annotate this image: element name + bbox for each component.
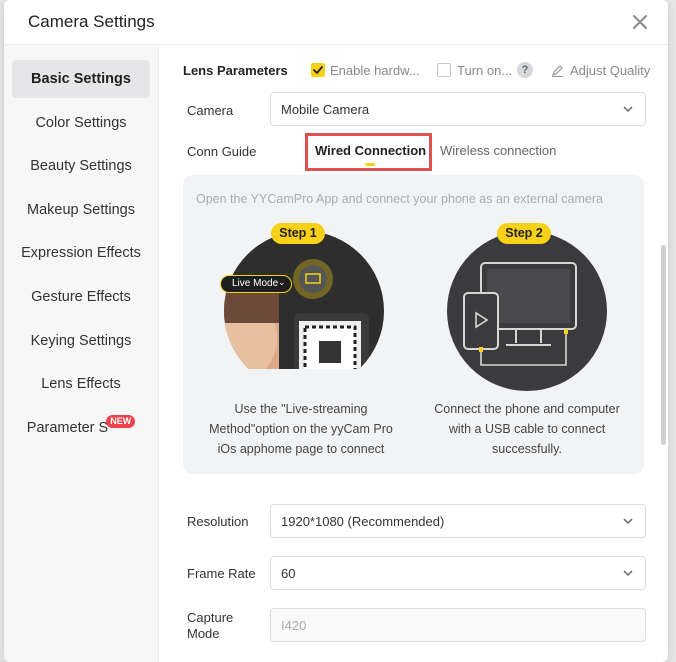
connection-guide-panel: Open the YYCamPro App and connect your p… [183,175,644,474]
camera-settings-dialog: Camera Settings Basic Settings Color Set… [4,0,668,662]
sidebar-item-beauty-settings[interactable]: Beauty Settings [12,147,150,185]
step2-caption-line: Connect the phone and computer [434,402,620,416]
live-mode-label: Live Mode [232,278,279,289]
capture-mode-label: Capture Mode [187,610,233,642]
capture-mode-label-line: Capture [187,610,234,625]
sidebar-item-keying-settings[interactable]: Keying Settings [12,322,150,360]
step2-illustration [447,233,607,391]
new-badge: NEW [106,415,136,428]
step1-caption: Use the "Live-streaming Method"option on… [191,399,411,459]
step2-caption-line: with a USB cable to connect [448,422,606,436]
chevron-down-icon: ⌄ [278,277,286,287]
step2-badge: Step 2 [497,223,551,244]
dialog-title: Camera Settings [28,12,155,31]
edit-quality-icon[interactable] [551,64,564,77]
tab-wired-connection[interactable]: Wired Connection [315,143,426,158]
help-icon[interactable]: ? [517,62,533,78]
resolution-label: Resolution [187,514,249,529]
chevron-down-icon [623,570,633,577]
title-bar: Camera Settings [4,0,668,45]
chevron-down-icon [623,106,633,113]
sidebar-item-label: Parameter S [26,420,109,436]
camera-select[interactable]: Mobile Camera [270,92,646,126]
frame-rate-select[interactable]: 60 [270,556,646,590]
adjust-quality-link[interactable]: Adjust Quality [570,63,650,78]
conn-guide-label: Conn Guide [187,144,257,159]
tab-wireless-connection[interactable]: Wireless connection [440,143,556,158]
close-icon[interactable] [630,12,650,32]
step2-caption: Connect the phone and computer with a US… [417,399,637,459]
sidebar-item-gesture-effects[interactable]: Gesture Effects [12,278,150,316]
step1-caption-line: iOs apphome page to connect [217,442,385,456]
step1-caption-line: Method"option on the yyCam Pro [209,422,393,436]
scrollbar[interactable] [661,245,666,445]
enable-hardware-checkbox[interactable] [311,63,325,77]
capture-mode-field[interactable]: I420 [270,608,646,642]
turn-on-label[interactable]: Turn on... [457,63,512,78]
live-mode-pill: Live Mode ⌄ [220,275,292,293]
sidebar-item-lens-effects[interactable]: Lens Effects [12,365,150,403]
main-content: Lens Parameters Enable hardw... Turn on.… [159,45,668,662]
chevron-down-icon [623,518,633,525]
turn-on-checkbox[interactable] [437,63,451,77]
step1-caption-line: Use the "Live-streaming [234,402,368,416]
lens-parameters-heading: Lens Parameters [183,63,288,78]
camera-select-value: Mobile Camera [281,102,370,117]
sidebar-item-expression-effects[interactable]: Expression Effects [12,234,150,272]
check-icon [313,66,323,74]
frame-rate-label: Frame Rate [187,566,256,581]
guide-hint-text: Open the YYCamPro App and connect your p… [196,192,603,206]
sidebar-item-basic-settings[interactable]: Basic Settings [12,60,150,98]
frame-rate-select-value: 60 [281,566,296,581]
step2-caption-line: successfully. [492,442,562,456]
active-tab-indicator [365,163,375,166]
camera-label: Camera [187,103,234,118]
sidebar-item-parameter-settings[interactable]: Parameter S NEW [12,409,150,447]
resolution-select-value: 1920*1080 (Recommended) [281,514,445,529]
settings-sidebar: Basic Settings Color Settings Beauty Set… [4,45,159,662]
step1-badge: Step 1 [271,223,325,244]
resolution-select[interactable]: 1920*1080 (Recommended) [270,504,646,538]
capture-mode-placeholder: I420 [281,618,307,633]
step1-illustration [224,233,384,369]
sidebar-item-makeup-settings[interactable]: Makeup Settings [12,191,150,229]
enable-hardware-label[interactable]: Enable hardw... [330,63,420,78]
sidebar-item-color-settings[interactable]: Color Settings [12,104,150,142]
capture-mode-label-line: Mode [187,626,220,641]
